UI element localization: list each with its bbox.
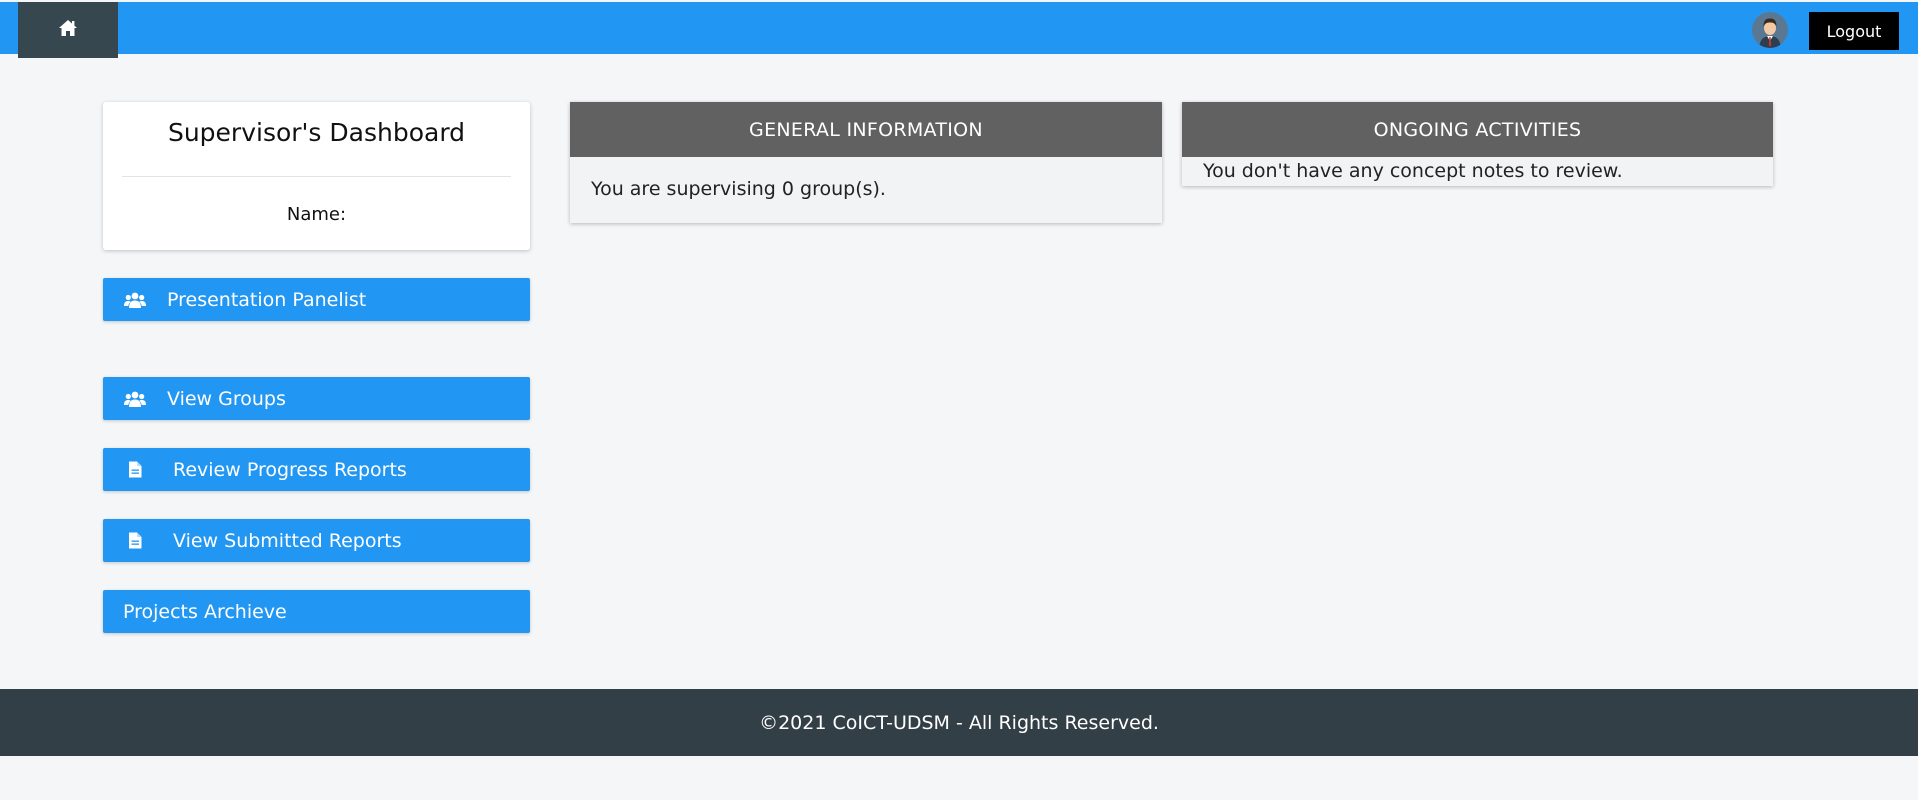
top-navbar: Logout <box>0 2 1918 58</box>
view-submitted-reports-button[interactable]: View Submitted Reports <box>103 519 530 562</box>
home-button[interactable] <box>18 2 118 58</box>
dashboard-title: Supervisor's Dashboard <box>167 118 466 147</box>
sidebar-item-label: View Submitted Reports <box>173 529 402 552</box>
user-avatar[interactable] <box>1752 12 1788 48</box>
users-icon <box>124 289 146 311</box>
view-groups-button[interactable]: View Groups <box>103 377 530 420</box>
document-icon <box>124 459 146 481</box>
copyright-text: ©2021 CoICT-UDSM - All Rights Reserved. <box>759 711 1159 734</box>
profile-card: Supervisor's Dashboard Name: <box>103 102 530 250</box>
sidebar-item-label: Projects Archieve <box>123 600 287 623</box>
home-icon <box>58 19 78 41</box>
name-label: Name: <box>286 204 347 225</box>
logout-button[interactable]: Logout <box>1809 12 1899 50</box>
supervising-groups-text: You are supervising 0 group(s). <box>591 178 886 200</box>
concept-notes-text: You don't have any concept notes to revi… <box>1203 160 1623 182</box>
sidebar-item-label: View Groups <box>167 387 286 410</box>
ongoing-activities-panel: ONGOING ACTIVITIES You don't have any co… <box>1182 102 1773 186</box>
projects-archieve-button[interactable]: Projects Archieve <box>103 590 530 633</box>
general-information-panel: GENERAL INFORMATION You are supervising … <box>570 102 1162 223</box>
footer: ©2021 CoICT-UDSM - All Rights Reserved. <box>0 689 1918 756</box>
users-icon <box>124 388 146 410</box>
ongoing-activities-title: ONGOING ACTIVITIES <box>1182 102 1773 157</box>
document-icon <box>124 530 146 552</box>
sidebar-item-label: Presentation Panelist <box>167 288 367 311</box>
divider <box>122 176 511 177</box>
sidebar-item-label: Review Progress Reports <box>173 458 407 481</box>
presentation-panelist-button[interactable]: Presentation Panelist <box>103 278 530 321</box>
general-information-title: GENERAL INFORMATION <box>570 102 1162 157</box>
review-progress-reports-button[interactable]: Review Progress Reports <box>103 448 530 491</box>
